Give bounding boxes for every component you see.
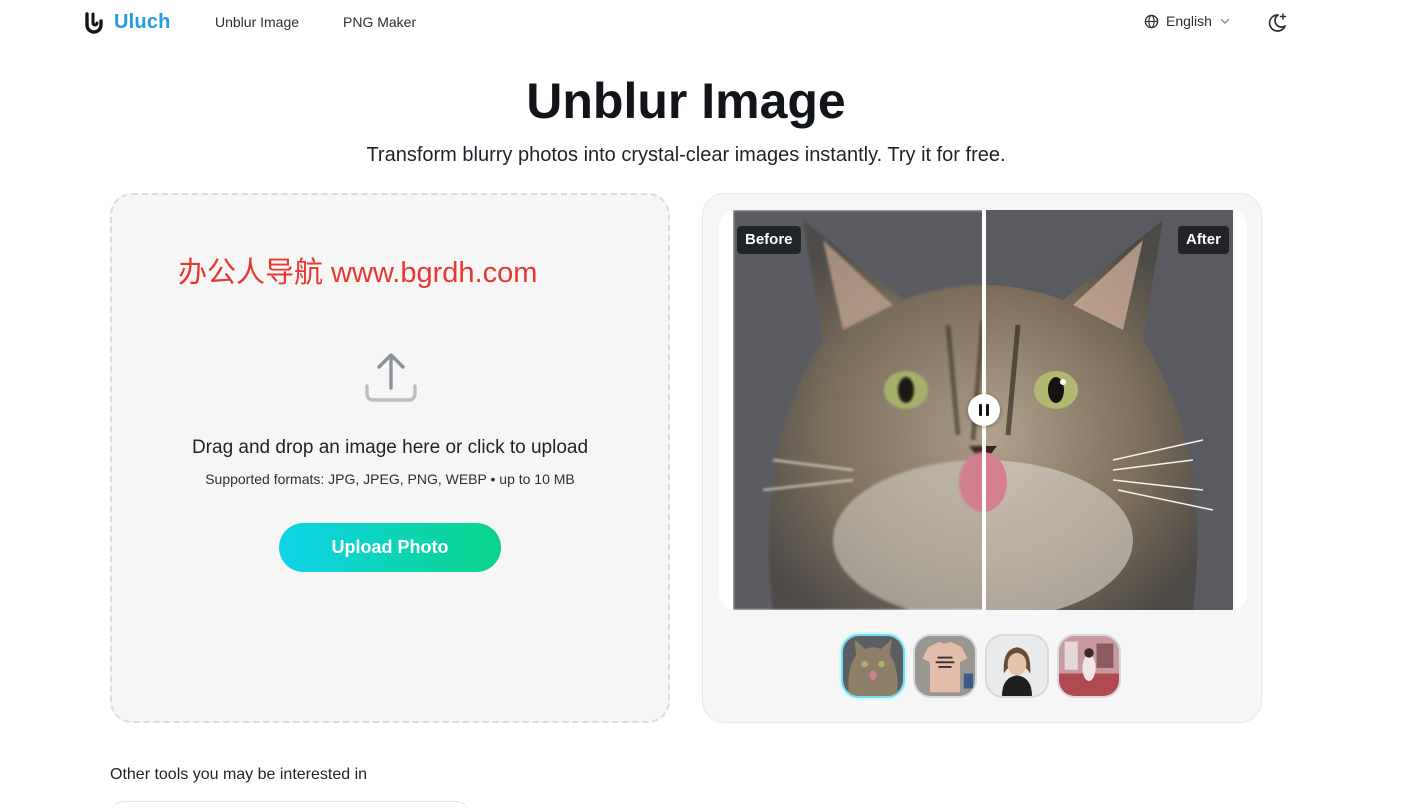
comparison-handle[interactable] xyxy=(968,394,1000,426)
chevron-down-icon xyxy=(1220,18,1230,24)
before-image xyxy=(733,210,983,610)
dropzone-instructions: Drag and drop an image here or click to … xyxy=(191,437,589,458)
pause-icon xyxy=(979,404,989,416)
globe-icon xyxy=(1144,14,1159,28)
moon-icon[interactable] xyxy=(1266,12,1288,34)
logo-text: Uluch xyxy=(114,11,171,33)
language-selector[interactable]: English xyxy=(1144,13,1231,29)
before-label: Before xyxy=(737,226,801,254)
nav-unblur-image[interactable]: Unblur Image xyxy=(215,14,299,30)
upload-photo-button[interactable]: Upload Photo xyxy=(279,523,501,572)
thumbnail-cat[interactable] xyxy=(841,634,905,698)
page-title: Unblur Image xyxy=(526,73,846,129)
upload-icon xyxy=(365,353,417,402)
site-header: Uluch Unblur Image PNG Maker English xyxy=(0,0,1412,46)
thumbnail-t-shirt[interactable] xyxy=(913,634,977,698)
watermark-text: 办公人导航 www.bgrdh.com xyxy=(178,257,538,289)
page-subtitle: Transform blurry photos into crystal-cle… xyxy=(366,144,1006,166)
other-tools-heading: Other tools you may be interested in xyxy=(110,766,368,783)
thumbnail-street-scene[interactable] xyxy=(1057,634,1121,698)
logo-icon xyxy=(85,11,103,34)
thumbnail-portrait[interactable] xyxy=(985,634,1049,698)
after-label: After xyxy=(1177,226,1229,254)
comparison-card: Before After xyxy=(702,193,1262,723)
upload-dropzone[interactable]: 办公人导航 www.bgrdh.com Drag and drop an ima… xyxy=(110,193,670,723)
logo[interactable]: Uluch xyxy=(84,11,171,34)
comparison-viewer[interactable]: Before After xyxy=(719,210,1247,610)
tool-card[interactable] xyxy=(110,801,470,807)
language-label: English xyxy=(1166,13,1212,29)
supported-formats: Supported formats: JPG, JPEG, PNG, WEBP … xyxy=(205,471,575,487)
after-image xyxy=(983,210,1233,610)
nav-png-maker[interactable]: PNG Maker xyxy=(343,14,416,30)
sample-thumbnails xyxy=(841,634,1121,698)
